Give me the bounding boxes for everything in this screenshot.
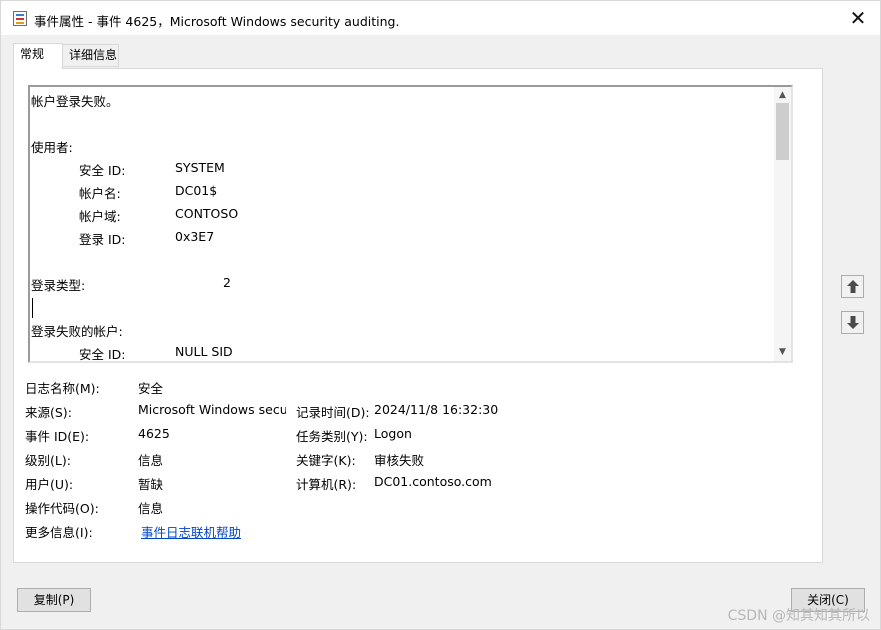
subject-account-domain-row: 帐户域: CONTOSO	[31, 206, 431, 224]
general-tab-panel: 帐户登录失败。 使用者: 安全 ID: SYSTEM 帐户名: DC01$ 帐户…	[13, 68, 823, 563]
subject-account-name-value: DC01$	[175, 183, 218, 198]
window-title: 事件属性 - 事件 4625，Microsoft Windows securit…	[34, 14, 400, 29]
subject-account-name-row: 帐户名: DC01$	[31, 183, 431, 201]
tab-details[interactable]: 详细信息	[63, 44, 119, 67]
keywords-label: 关键字(K):	[296, 453, 356, 468]
keywords-value: 审核失败	[374, 453, 425, 468]
subject-logon-id-label: 登录 ID:	[79, 232, 126, 247]
user-label: 用户(U):	[25, 477, 74, 492]
logon-type-label: 登录类型:	[31, 278, 86, 293]
level-value: 信息	[138, 453, 164, 468]
event-description-textbox[interactable]: 帐户登录失败。 使用者: 安全 ID: SYSTEM 帐户名: DC01$ 帐户…	[28, 85, 793, 363]
copy-button[interactable]: 复制(P)	[17, 588, 91, 612]
next-event-button[interactable]	[841, 311, 864, 334]
failed-security-id-value: NULL SID	[175, 344, 233, 359]
close-icon[interactable]: ✕	[838, 3, 878, 33]
subject-logon-id-value: 0x3E7	[175, 229, 215, 244]
event-id-value: 4625	[138, 426, 170, 441]
event-properties-window: 事件属性 - 事件 4625，Microsoft Windows securit…	[0, 0, 881, 630]
subject-account-name-label: 帐户名:	[79, 186, 121, 201]
subject-account-domain-label: 帐户域:	[79, 209, 121, 224]
subject-security-id-row: 安全 ID: SYSTEM	[31, 160, 431, 178]
text-caret	[32, 298, 33, 318]
tab-general[interactable]: 常规	[13, 43, 63, 69]
subject-security-id-value: SYSTEM	[175, 160, 225, 175]
failed-security-id-row: 安全 ID: NULL SID	[31, 344, 431, 362]
computer-label: 计算机(R):	[296, 477, 357, 492]
task-category-label: 任务类别(Y):	[296, 429, 368, 444]
subject-account-domain-value: CONTOSO	[175, 206, 239, 221]
level-label: 级别(L):	[25, 453, 71, 468]
computer-value: DC01.contoso.com	[374, 474, 492, 489]
user-value: 暂缺	[138, 477, 164, 492]
failed-account-header: 登录失败的帐户:	[31, 324, 123, 339]
description-heading: 帐户登录失败。	[31, 94, 119, 109]
source-label: 来源(S):	[25, 405, 72, 420]
csdn-watermark: CSDN @知其知其所以	[727, 608, 870, 624]
log-name-value: 安全	[138, 381, 164, 396]
event-id-label: 事件 ID(E):	[25, 429, 90, 444]
more-info-label: 更多信息(I):	[25, 525, 93, 540]
event-log-online-help-link[interactable]: 事件日志联机帮助	[141, 522, 241, 541]
event-viewer-icon	[13, 11, 27, 26]
source-value: Microsoft Windows security auditing.	[138, 402, 286, 417]
scroll-up-icon[interactable]: ▲	[774, 87, 791, 104]
logon-type-value: 2	[223, 275, 231, 290]
logged-value: 2024/11/8 16:32:30	[374, 402, 499, 417]
subject-header: 使用者:	[31, 140, 73, 155]
arrow-down-icon	[847, 316, 859, 329]
subject-logon-id-row: 登录 ID: 0x3E7	[31, 229, 431, 247]
opcode-label: 操作代码(O):	[25, 501, 99, 516]
logon-type-row: 登录类型: 2	[31, 275, 431, 293]
title-bar: 事件属性 - 事件 4625，Microsoft Windows securit…	[1, 1, 880, 35]
logged-label: 记录时间(D):	[296, 405, 370, 420]
scroll-thumb[interactable]	[776, 103, 789, 160]
previous-event-button[interactable]	[841, 275, 864, 298]
description-scrollbar[interactable]: ▲ ▼	[774, 87, 791, 361]
scroll-down-icon[interactable]: ▼	[774, 344, 791, 361]
task-category-value: Logon	[374, 426, 412, 441]
opcode-value: 信息	[138, 501, 164, 516]
failed-security-id-label: 安全 ID:	[79, 347, 126, 362]
subject-security-id-label: 安全 ID:	[79, 163, 126, 178]
arrow-up-icon	[847, 280, 859, 293]
log-name-label: 日志名称(M):	[25, 381, 100, 396]
